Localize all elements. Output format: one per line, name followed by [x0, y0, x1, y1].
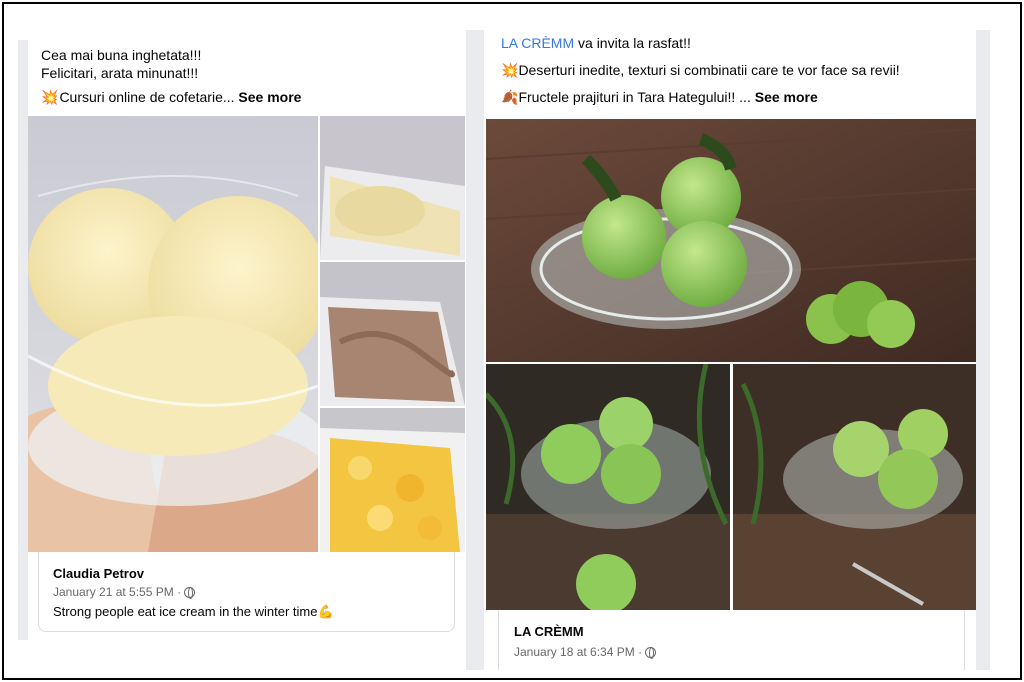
ice-cream-cup-photo[interactable] — [28, 116, 318, 552]
comment-body: Strong people eat ice cream in the winte… — [53, 604, 318, 619]
globe-icon — [184, 586, 196, 599]
teaser-text: Cursuri online de cofetarie... — [59, 89, 235, 105]
post-text-line: 💥Deserturi inedite, texturi si combinati… — [501, 62, 900, 79]
comment-author[interactable]: Claudia Petrov — [53, 566, 144, 581]
globe-icon — [645, 646, 657, 659]
see-more-link[interactable]: See more — [238, 89, 301, 105]
post-teaser: 💥Cursuri online de cofetarie... See more — [41, 89, 301, 106]
vanilla-ice-cream-tray-photo[interactable] — [320, 116, 465, 260]
post-timestamp[interactable]: January 18 at 6:34 PM · — [514, 645, 642, 659]
apples-in-glass-bowl-photo[interactable] — [486, 364, 730, 610]
right-gutter — [976, 30, 990, 670]
collision-icon: 💥 — [41, 89, 59, 105]
chocolate-ice-cream-tray-photo[interactable] — [320, 262, 465, 406]
post-footer-card — [498, 610, 965, 670]
mango-ice-cream-tray-photo[interactable] — [320, 408, 465, 552]
post-text-line: 🍂Fructele prajituri in Tara Hategului!! … — [501, 89, 818, 106]
post-text-line: LA CRÈMM va invita la rasfat!! — [501, 35, 691, 51]
comment-text: Strong people eat ice cream in the winte… — [53, 604, 334, 620]
post-line-text: Deserturi inedite, texturi si combinatii… — [518, 62, 900, 78]
page-link[interactable]: LA CRÈMM — [501, 35, 574, 51]
see-more-link[interactable]: See more — [755, 89, 818, 105]
post-meta: January 18 at 6:34 PM · — [514, 645, 657, 659]
post-line-rest: va invita la rasfat!! — [574, 35, 691, 51]
post-author[interactable]: LA CRÈMM — [514, 624, 584, 639]
green-apple-dessert-photo[interactable] — [486, 119, 976, 362]
left-gutter — [18, 40, 28, 640]
comment-meta: January 21 at 5:55 PM · — [53, 585, 196, 599]
apples-with-fork-photo[interactable] — [733, 364, 976, 610]
post-text-line: Felicitari, arata minunat!!! — [41, 65, 199, 81]
collision-icon: 💥 — [501, 62, 519, 78]
post-text-line: Cea mai buna inghetata!!! — [41, 47, 202, 63]
comment-timestamp[interactable]: January 21 at 5:55 PM · — [53, 585, 181, 599]
flexed-biceps-icon: 💪 — [317, 604, 334, 619]
center-gutter — [466, 30, 484, 670]
post-line-text: Fructele prajituri in Tara Hategului!! .… — [518, 89, 751, 105]
leaves-icon: 🍂 — [501, 89, 519, 105]
